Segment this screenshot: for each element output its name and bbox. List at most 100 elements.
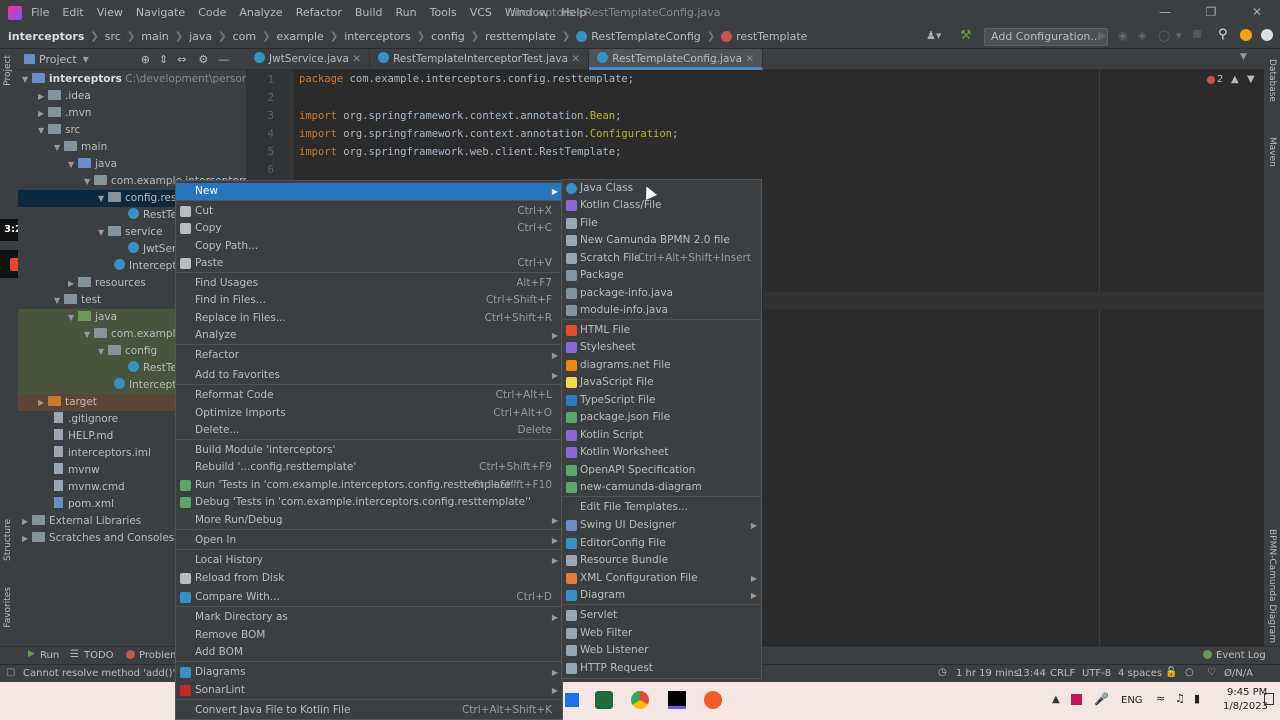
tab-jwtservice[interactable]: JwtService.java ✕ [246,49,371,70]
maven-tool-tab[interactable]: Maven [1267,137,1277,167]
context-menu-item[interactable]: Cut Ctrl+X [176,203,562,220]
minimize-icon[interactable]: — [1142,0,1188,25]
next-error-icon[interactable]: ▼ [1247,74,1255,85]
new-submenu-item[interactable]: Stylesheet [562,339,761,356]
chrome-icon[interactable] [631,691,649,709]
crumb-com[interactable]: com [233,30,257,43]
crumb-java[interactable]: java [189,30,212,43]
volume-icon[interactable]: ♫ [1175,692,1185,705]
database-tool-tab[interactable]: Database [1267,59,1277,102]
new-submenu-item[interactable]: Package [562,267,761,284]
new-submenu-item[interactable]: XML Configuration File ▶ [562,570,761,587]
project-view-selector[interactable]: Project [39,53,77,66]
tree-item[interactable]: ▼ service [98,224,163,241]
context-menu-item[interactable]: Compare With... Ctrl+D [176,589,562,606]
context-menu-item[interactable]: Build Module 'interceptors' [176,442,562,459]
hide-icon[interactable]: — [218,53,229,66]
new-submenu-item[interactable]: New Camunda BPMN 2.0 file [562,232,761,249]
stop-icon[interactable] [1193,30,1201,38]
menu-analyze[interactable]: Analyze [239,6,282,19]
crumb-class[interactable]: RestTemplateConfig [591,30,700,43]
new-submenu-item[interactable]: Web Filter [562,625,761,642]
intellij-taskbar-icon[interactable] [668,691,686,709]
context-menu-item[interactable]: Analyze ▶ [176,327,562,344]
indent-setting[interactable]: 4 spaces [1118,668,1162,679]
crumb-main[interactable]: main [141,30,168,43]
search-icon[interactable]: ⚲ [1218,27,1228,42]
run-more-icon[interactable]: ▾ [1176,29,1182,42]
tree-item[interactable]: ▼ test [54,292,101,309]
context-menu-item[interactable]: Remove BOM [176,627,562,644]
lock-icon[interactable]: 🔓 [1165,667,1177,678]
time-spent[interactable]: 1 hr 19 mins [956,668,1019,679]
context-menu-item[interactable]: Local History ▶ [176,552,562,569]
ide-features-icon[interactable] [1261,29,1273,41]
context-menu-item[interactable]: Add BOM [176,644,562,661]
context-menu-item[interactable]: Optimize Imports Ctrl+Alt+O [176,405,562,422]
context-menu-item[interactable]: Refactor ▶ [176,347,562,364]
code-line-5[interactable]: import org.springframework.web.client.Re… [299,146,621,158]
menu-navigate[interactable]: Navigate [136,6,185,19]
context-menu-item[interactable]: Copy Path... [176,238,562,255]
bpmn-tool-tab[interactable]: BPMN-Camunda Diagram [1267,529,1277,643]
wifi-icon[interactable]: ≈ [1156,692,1165,705]
project-tool-tab[interactable]: Project [3,55,13,86]
new-submenu-item[interactable]: Scratch File Ctrl+Alt+Shift+Insert [562,250,761,267]
new-submenu-item[interactable]: Kotlin Script [562,427,761,444]
context-menu-item[interactable]: Open In ▶ [176,532,562,549]
new-submenu-item[interactable]: Kotlin Class/File [562,197,761,214]
tree-item[interactable]: mvnw [54,462,100,479]
crumb-interceptors[interactable]: interceptors [344,30,410,43]
crumb-method[interactable]: restTemplate [736,30,807,43]
battery-icon[interactable]: ▮ [1194,692,1200,705]
menu-tools[interactable]: Tools [430,6,457,19]
file-encoding[interactable]: UTF-8 [1082,668,1111,679]
chevron-down-icon[interactable]: ▼ [83,55,89,64]
code-line-1[interactable]: package com.example.interceptors.config.… [299,73,634,85]
new-submenu-item[interactable]: Kotlin Worksheet [562,444,761,461]
tree-item[interactable]: Intercepto [114,258,183,275]
tree-item[interactable]: ▶ .idea [38,88,91,105]
gear-icon[interactable]: ⚙ [198,53,208,66]
tree-item[interactable]: interceptors.iml [54,445,151,462]
run-icon[interactable]: ▶ [1098,29,1106,42]
error-icon[interactable] [1207,76,1215,84]
context-menu-item[interactable]: Rebuild '...config.resttemplate' Ctrl+Shi… [176,459,562,476]
spreadsheet-app-icon[interactable] [595,691,613,709]
tree-item[interactable]: RestTe [128,207,177,224]
close-icon[interactable]: ✕ [1234,0,1280,25]
context-menu-item[interactable]: Reformat Code Ctrl+Alt+L [176,387,562,404]
context-menu-item[interactable]: Add to Favorites ▶ [176,367,562,384]
menu-code[interactable]: Code [198,6,226,19]
new-submenu-item[interactable]: HTTP Request [562,660,761,677]
new-submenu-item[interactable]: File [562,215,761,232]
microphone-icon[interactable]: 🎤 [1094,692,1109,706]
new-submenu-item[interactable]: Edit File Templates... [562,499,761,516]
new-submenu-item[interactable]: HTML File [562,322,761,339]
new-submenu-item[interactable]: Servlet [562,607,761,624]
context-menu-item[interactable]: Run 'Tests in 'com.example.interceptors.… [176,477,562,494]
new-submenu-item[interactable]: package-info.java [562,285,761,302]
hammer-icon[interactable]: ⚒ [960,28,972,43]
context-menu-item[interactable]: Reload from Disk [176,570,562,587]
input-language[interactable]: ENG [1121,695,1143,706]
notifications-icon[interactable] [1264,693,1274,705]
tab-resttemplateinterceptortest[interactable]: RestTemplateInterceptorTest.java ✕ [370,49,590,70]
line-separator[interactable]: CRLF [1050,668,1075,679]
new-submenu-item[interactable]: diagrams.net File [562,357,761,374]
debug-icon[interactable]: ◉ [1118,29,1128,42]
tool-tab-event-log[interactable]: Event Log [1216,650,1266,661]
new-submenu-item[interactable]: TypeScript File [562,392,761,409]
inspection-icon[interactable]: ○ [1185,667,1194,678]
error-count[interactable]: 2 [1217,74,1223,85]
prev-error-icon[interactable]: ▲ [1231,74,1239,85]
tree-root[interactable]: ▼interceptors C:\development\personal\yo [22,71,246,88]
menu-build[interactable]: Build [355,6,383,19]
context-menu-item[interactable]: SonarLint ▶ [176,682,562,699]
crumb-src[interactable]: src [105,30,121,43]
menu-edit[interactable]: Edit [62,6,83,19]
clock-time[interactable]: 9:45 PM [1227,687,1267,698]
context-menu-item[interactable]: Debug 'Tests in 'com.example.interceptor… [176,494,562,511]
vcs-status[interactable]: Ø/N/A [1224,668,1253,679]
caret-position[interactable]: 13:44 [1017,668,1046,679]
